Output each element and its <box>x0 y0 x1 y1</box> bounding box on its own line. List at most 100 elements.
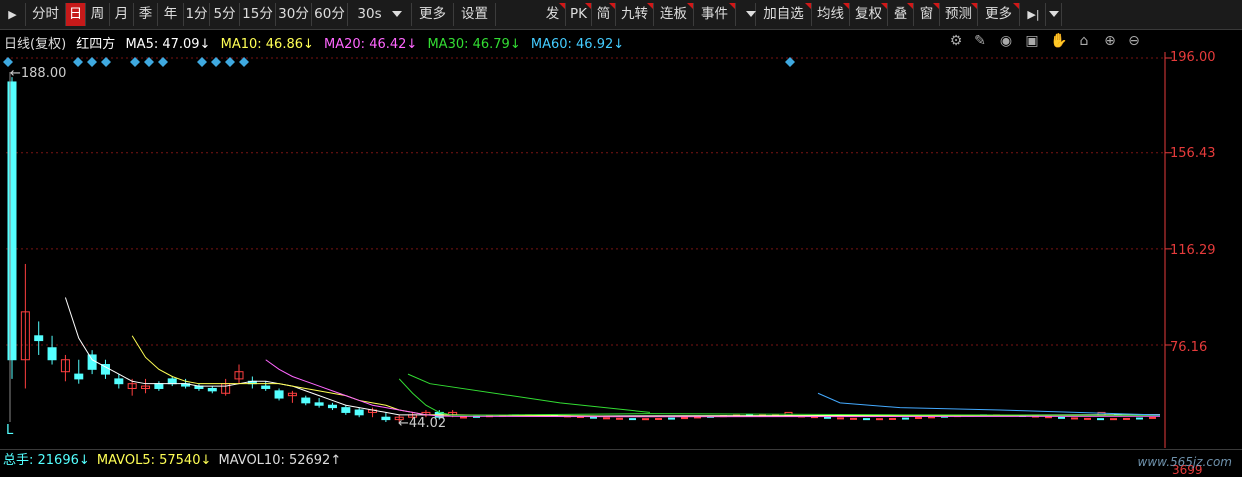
toolbar-button-label: 连板 <box>660 6 687 22</box>
y-tick-label: 116.29 <box>1170 243 1216 258</box>
toolbar-button-label: 复权 <box>855 6 882 22</box>
period-tab[interactable]: 15分 <box>240 3 276 26</box>
feature-button[interactable]: 简 <box>592 3 616 26</box>
tool-button[interactable]: 窗 <box>914 3 940 26</box>
toolbar-button-label: 5分 <box>213 6 236 22</box>
y-tick-label: 76.16 <box>1170 340 1208 355</box>
interval-select[interactable]: 30s <box>348 3 412 26</box>
toolbar-button-label: 九转 <box>621 6 648 22</box>
marker-l: L <box>6 423 14 438</box>
eye-icon[interactable]: ◉ <box>998 33 1014 49</box>
low-value: 44.02 <box>408 416 447 431</box>
zoom-out-icon[interactable]: ⊖ <box>1126 33 1142 49</box>
candle-body <box>629 418 636 421</box>
candle-body <box>1071 417 1078 420</box>
candle-body <box>301 397 311 404</box>
tool-button[interactable]: 复权 <box>850 3 888 26</box>
total-volume: 总手: 21696↓ <box>3 453 90 468</box>
high-annotation: ←188.00 <box>10 66 67 81</box>
candle-body <box>274 390 284 399</box>
candle-body <box>460 416 467 419</box>
expand-icon[interactable]: ▶| <box>1022 3 1046 26</box>
tool-button[interactable]: 加自选 <box>756 3 812 26</box>
period-tab[interactable]: 周 <box>86 3 110 26</box>
toolbar-button-label: 年 <box>163 6 178 22</box>
toolbar-button-label: 均线 <box>817 6 844 22</box>
candle-body <box>876 418 883 421</box>
period-tab[interactable]: 30分 <box>276 3 312 26</box>
brush-icon[interactable]: ✎ <box>972 33 988 49</box>
candle-body <box>655 417 662 420</box>
tool-button[interactable]: 均线 <box>812 3 850 26</box>
candle-body <box>47 347 57 361</box>
candle-body <box>1136 417 1143 420</box>
ma30-line <box>398 378 1161 416</box>
feature-button[interactable]: 发 <box>540 3 566 26</box>
tool-button[interactable]: 更多 <box>978 3 1020 26</box>
candle-body <box>354 409 364 416</box>
period-tab[interactable]: 年 <box>158 3 184 26</box>
toolbar-button-label: 叠 <box>893 6 908 22</box>
ma10-line <box>131 335 1161 417</box>
candlestick-chart[interactable] <box>0 52 1242 448</box>
period-tab[interactable]: 5分 <box>210 3 240 26</box>
settings-button[interactable]: 设置 <box>454 3 496 26</box>
candle-body <box>167 378 177 385</box>
toolbar-button-label: 分时 <box>32 6 59 22</box>
ma30-line-early <box>407 373 651 413</box>
feature-button[interactable]: 连板 <box>654 3 694 26</box>
ma5-label: MA5: 47.09↓ <box>125 37 211 52</box>
candle-body <box>837 417 844 420</box>
candle-body <box>1084 417 1091 420</box>
ma20-label: MA20: 46.42↓ <box>324 37 418 52</box>
feature-button[interactable]: 九转 <box>616 3 654 26</box>
ma5-line <box>64 297 1161 417</box>
toolbar-button-label: 简 <box>596 6 611 22</box>
candle-body <box>1123 417 1130 420</box>
hand-icon[interactable]: ✋ <box>1050 33 1067 49</box>
y-tick-label: 196.00 <box>1170 50 1216 65</box>
gear-icon[interactable]: ⚙ <box>948 33 964 49</box>
zoom-in-icon[interactable]: ⊕ <box>1102 33 1118 49</box>
candle-body <box>114 378 124 385</box>
candle-body <box>314 402 324 406</box>
period-tab[interactable]: 月 <box>110 3 134 26</box>
period-tab[interactable]: 1分 <box>184 3 210 26</box>
toolbar-button-label: 周 <box>90 6 105 22</box>
chevron-down-icon[interactable] <box>1046 3 1062 26</box>
toolbar-button-label: 日 <box>68 6 83 22</box>
ma-legend: 日线(复权) 红四方 MA5: 47.09↓ MA10: 46.86↓ MA20… <box>4 33 630 52</box>
lock-icon[interactable]: ⌂ <box>1076 33 1092 49</box>
tool-button[interactable]: 叠 <box>888 3 914 26</box>
candle-body <box>642 418 649 421</box>
period-tab[interactable]: 季 <box>134 3 158 26</box>
period-tab[interactable]: 日 <box>66 3 86 26</box>
feature-button[interactable]: 事件 <box>694 3 736 26</box>
chart-tools: ⚙ ✎ ◉ ▣ ✋ ⌂ ⊕ ⊖ <box>948 33 1158 51</box>
candle-body <box>824 416 831 419</box>
more-button[interactable]: 更多 <box>412 3 454 26</box>
more-dropdown[interactable] <box>736 3 756 26</box>
mavol10: MAVOL10: 52692↑ <box>218 453 342 468</box>
back-icon[interactable]: ▶ <box>0 3 26 26</box>
toolbar-button-label: 1分 <box>185 6 208 22</box>
candle-body <box>603 417 610 420</box>
candle-body <box>902 417 909 420</box>
period-tab[interactable]: 分时 <box>26 3 66 26</box>
toolbar-button-label: 事件 <box>701 6 728 22</box>
toolbar-button-label: 预测 <box>945 6 972 22</box>
feature-button[interactable]: PK <box>566 3 592 26</box>
toolbar-button-label: 窗 <box>919 6 934 22</box>
period-tab[interactable]: 60分 <box>312 3 348 26</box>
chevron-down-icon <box>391 11 402 17</box>
toolbar-button-label: 更多 <box>419 6 446 22</box>
candle-body <box>341 407 351 413</box>
candle-body <box>327 404 337 409</box>
stock-name: 红四方 <box>76 37 116 52</box>
candle-body <box>616 417 623 420</box>
briefcase-icon[interactable]: ▣ <box>1024 33 1040 49</box>
toolbar-button-label: 季 <box>138 6 153 22</box>
toolbar-button-label: 30s <box>357 6 382 22</box>
candle-body <box>1097 418 1104 421</box>
tool-button[interactable]: 预测 <box>940 3 978 26</box>
